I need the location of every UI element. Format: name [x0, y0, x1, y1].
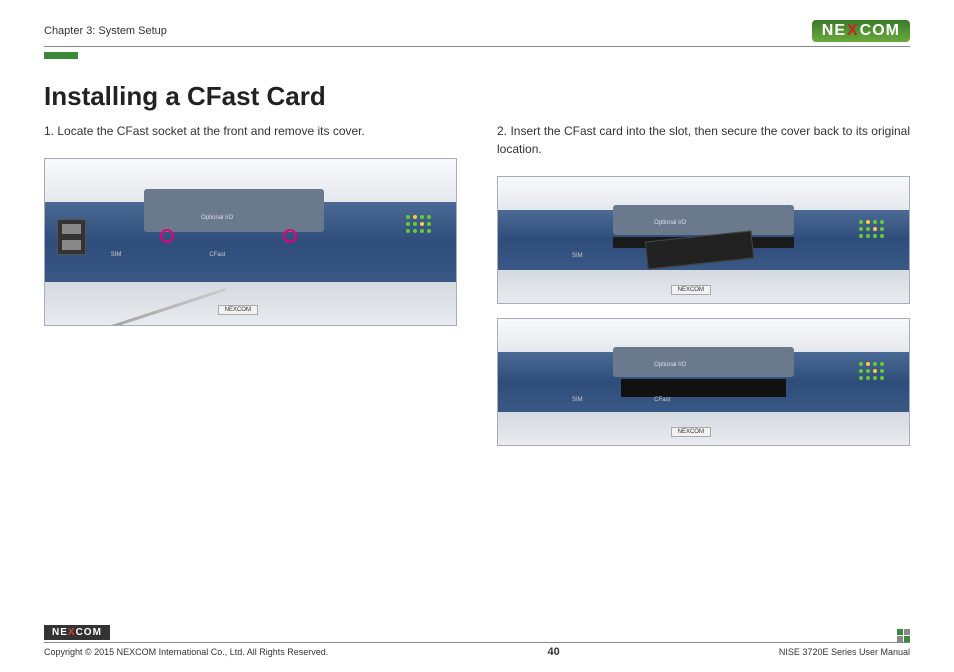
optional-io-label: Optional I/O [654, 362, 686, 368]
step-2-text: 2. Insert the CFast card into the slot, … [497, 122, 910, 158]
step-1-text: 1. Locate the CFast socket at the front … [44, 122, 457, 140]
photo-step-2a: Optional I/O SIM NEXCOM [497, 176, 910, 304]
highlight-circle-icon [283, 229, 297, 243]
optional-io-label: Optional I/O [654, 220, 686, 226]
sim-label: SIM [111, 252, 122, 258]
sim-label: SIM [572, 397, 583, 403]
cfast-label: CFast [209, 252, 225, 258]
page-header: Chapter 3: System Setup NEXCOM [44, 20, 910, 47]
status-leds-icon [406, 215, 431, 233]
status-leds-icon [859, 220, 884, 238]
photo-step-1: Optional I/O SIM CFast NEXCOM [44, 158, 457, 326]
manual-name: NISE 3720E Series User Manual [779, 647, 910, 657]
section-tab-icon [44, 52, 78, 59]
column-right: 2. Insert the CFast card into the slot, … [497, 122, 910, 460]
highlight-circle-icon [160, 229, 174, 243]
brand-logo-top: NEXCOM [812, 20, 910, 42]
content-columns: 1. Locate the CFast socket at the front … [44, 122, 910, 460]
device-insert-image: Optional I/O SIM NEXCOM [497, 176, 910, 304]
brand-logo-icon: NEXCOM [812, 20, 910, 42]
photo-step-2b: Optional I/O SIM CFast NEXCOM [497, 318, 910, 446]
page-title: Installing a CFast Card [44, 81, 910, 112]
usb-ports-icon [57, 219, 86, 256]
page-number: 40 [547, 646, 559, 658]
cfast-slot-inserted-icon [621, 379, 785, 397]
device-brand-label: NEXCOM [671, 427, 711, 437]
cfast-label: CFast [654, 397, 670, 403]
device-brand-label: NEXCOM [671, 285, 711, 295]
device-brand-label: NEXCOM [218, 305, 258, 315]
brand-logo-footer: NEXCOM [44, 625, 110, 640]
device-secured-image: Optional I/O SIM CFast NEXCOM [497, 318, 910, 446]
chapter-label: Chapter 3: System Setup [44, 25, 167, 37]
optional-io-label: Optional I/O [201, 215, 233, 221]
sim-label: SIM [572, 253, 583, 259]
copyright-text: Copyright © 2015 NEXCOM International Co… [44, 647, 328, 657]
page-footer: NEXCOM Copyright © 2015 NEXCOM Internati… [44, 622, 910, 658]
column-left: 1. Locate the CFast socket at the front … [44, 122, 457, 460]
device-front-image: Optional I/O SIM CFast NEXCOM [44, 158, 457, 326]
status-leds-icon [859, 362, 884, 380]
